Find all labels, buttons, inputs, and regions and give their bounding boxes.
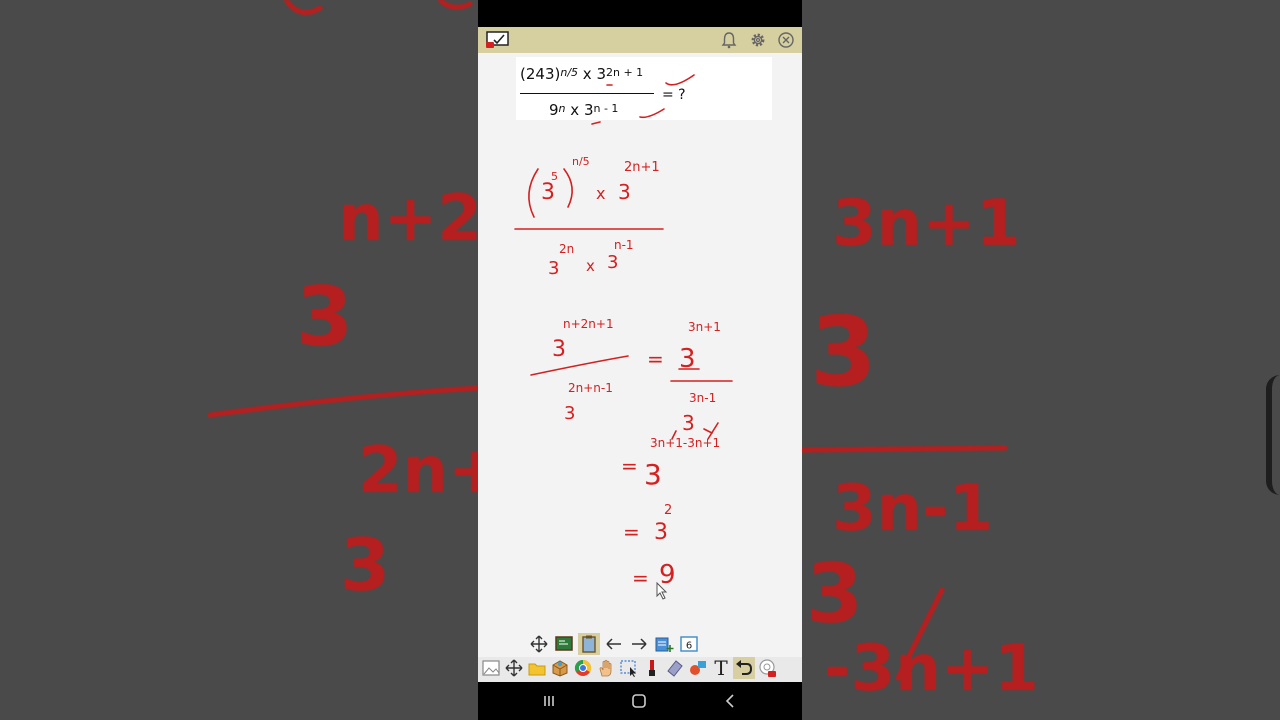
step3-base: 3 — [644, 458, 662, 491]
step2b-den-base: 3 — [682, 411, 695, 435]
handwritten-solution: 3 5 n/5 x 3 2n+1 3 2n x 3 n-1 3 n+2n+1 3… — [514, 74, 733, 600]
step2b-num-base: 3 — [679, 344, 696, 374]
step3-exp: 3n+1-3n+1 — [650, 436, 720, 450]
step1-right-paren — [563, 168, 573, 208]
step1-num-base1: 3 — [541, 180, 555, 205]
step4-exp: 2 — [664, 503, 672, 518]
bg-right-top-exp: 3n+1 — [832, 187, 1020, 261]
bell-icon[interactable] — [720, 31, 738, 49]
arrow-left-icon[interactable] — [603, 633, 625, 655]
step2-den-base: 3 — [564, 403, 575, 424]
page-toolbar: 6 — [528, 633, 704, 655]
back-icon[interactable] — [722, 693, 740, 709]
step1-den-times: x — [586, 257, 595, 275]
home-icon[interactable] — [630, 693, 648, 709]
text-icon[interactable]: T — [710, 656, 732, 680]
step5-result: 9 — [659, 560, 676, 590]
select-icon[interactable] — [618, 657, 640, 679]
step1-den-exp2: n-1 — [614, 238, 634, 252]
box-icon[interactable] — [549, 657, 571, 679]
record-icon[interactable] — [756, 657, 778, 679]
move-tool-icon[interactable] — [503, 657, 525, 679]
step2-den-exp: 2n+n-1 — [568, 381, 613, 395]
recent-apps-icon[interactable] — [540, 693, 558, 709]
browser-icon[interactable] — [572, 657, 594, 679]
app-title-bar — [478, 27, 802, 54]
page-number-label: 6 — [686, 641, 692, 652]
step2-fraction-bar — [530, 355, 629, 376]
page-number-icon[interactable]: 6 — [678, 633, 700, 655]
step1-den-base1: 3 — [548, 258, 559, 279]
step1-num-times: x — [596, 184, 605, 203]
hand-icon[interactable] — [595, 657, 617, 679]
check-mark-1 — [665, 74, 695, 86]
whiteboard-logo-icon[interactable] — [486, 31, 510, 49]
step1-den-base2: 3 — [607, 252, 618, 273]
step5-equals: = — [632, 566, 649, 590]
step1-num-exp2: 2n+1 — [624, 160, 660, 175]
board-icon[interactable] — [553, 633, 575, 655]
step1-num-exp-outer: n/5 — [572, 155, 590, 168]
bg-right-bottom: -3n+1 — [824, 632, 1039, 706]
step1-num-exp-inner: 5 — [551, 170, 558, 183]
bg-right-den-base: 3 — [806, 547, 863, 642]
folder-icon[interactable] — [526, 657, 548, 679]
step2-num-base: 3 — [552, 337, 566, 362]
tools-toolbar: T — [478, 656, 802, 682]
step1-den-exp1: 2n — [559, 242, 574, 256]
eraser-icon[interactable] — [664, 657, 686, 679]
step2b-num-exp: 3n+1 — [688, 320, 721, 334]
step2-equals: = — [647, 347, 664, 371]
add-page-icon[interactable] — [653, 633, 675, 655]
undo-icon[interactable] — [733, 657, 755, 679]
step4-base: 3 — [654, 520, 668, 545]
step2-num-exp: n+2n+1 — [563, 317, 614, 331]
step4-equals: = — [623, 520, 640, 544]
android-nav-bar — [478, 682, 802, 720]
check-mark-2 — [639, 108, 665, 119]
bg-left-base: 3 — [296, 270, 353, 365]
step1-num-base2: 3 — [618, 180, 631, 204]
move-icon[interactable] — [528, 633, 550, 655]
step2b-den-exp: 3n-1 — [689, 391, 716, 405]
arrow-right-icon[interactable] — [628, 633, 650, 655]
bg-right-base: 3 — [810, 296, 877, 408]
gear-icon[interactable] — [749, 31, 767, 49]
shapes-icon[interactable] — [687, 657, 709, 679]
whiteboard-canvas[interactable]: (243)n/5 x 32n + 1 9n x 3n - 1 = ? 3 5 n… — [478, 53, 802, 682]
step1-left-paren — [528, 168, 539, 218]
bg-left-top-exp: n+2 — [338, 182, 482, 256]
bg-left-den-base: 3 — [340, 523, 390, 607]
phone-screen: (243)n/5 x 32n + 1 9n x 3n - 1 = ? 3 5 n… — [478, 0, 802, 720]
text-tool-label: T — [714, 656, 728, 680]
bg-right-den-exp: 3n-1 — [832, 472, 993, 546]
clipboard-icon[interactable] — [578, 633, 600, 655]
image-icon[interactable] — [480, 657, 502, 679]
close-icon[interactable] — [777, 31, 795, 49]
step3-equals: = — [621, 454, 638, 478]
screen-edge — [1266, 375, 1280, 495]
strike-3 — [703, 428, 713, 434]
pen-icon[interactable] — [641, 657, 663, 679]
underline-mark-2 — [591, 121, 601, 125]
